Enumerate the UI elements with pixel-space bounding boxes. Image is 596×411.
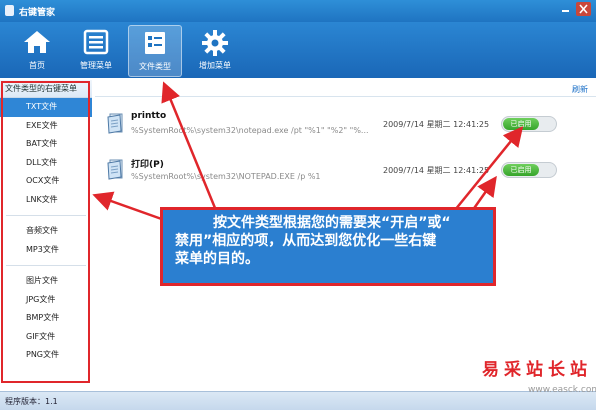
close-icon[interactable] [576, 2, 591, 16]
annotation-callout: 按文件类型根据您的需要来“开启”或“ 禁用”相应的项，从而达到您优化一些右键 菜… [160, 207, 496, 286]
list-item[interactable]: 打印(P) %SystemRoot%\system32\NOTEPAD.EXE … [95, 152, 596, 190]
title-bar: 右键管家 [0, 0, 596, 22]
content-divider [95, 96, 596, 97]
app-icon [5, 5, 14, 16]
toolbar-file-types-label: 文件类型 [139, 62, 171, 71]
toolbar-manage-menu-button[interactable]: 管理菜单 [70, 25, 122, 75]
window-title: 右键管家 [19, 8, 56, 18]
refresh-link[interactable]: 刷新 [572, 84, 588, 95]
callout-line: 按文件类型根据您的需要来“开启”或“ [213, 215, 451, 231]
watermark: 易采站长站 www.easck.com [480, 355, 596, 410]
notepad-icon [107, 112, 125, 134]
item-command: %SystemRoot%\system32\notepad.exe /pt "%… [131, 126, 369, 135]
watermark-url: www.easck.com [528, 385, 596, 395]
toolbar-manage-menu-label: 管理菜单 [80, 61, 112, 70]
watermark-text: 易采站长站 [482, 360, 592, 380]
toggle-status-label: 已启用 [503, 118, 539, 130]
file-types-icon [129, 26, 181, 58]
item-time: 2009/7/14 星期二 12:41:25 [383, 166, 490, 175]
notepad-icon [107, 158, 125, 180]
callout-line: 禁用”相应的项，从而达到您优化一些右键 [175, 233, 437, 249]
toggle-status-label: 已启用 [503, 164, 539, 176]
main-toolbar: 首页 管理菜单 文件类型 增加菜单 [0, 22, 596, 78]
home-icon [11, 25, 63, 57]
enable-toggle[interactable]: 已启用 [501, 162, 557, 178]
minimize-icon[interactable] [558, 2, 573, 16]
list-icon [70, 25, 122, 57]
toolbar-home-label: 首页 [29, 61, 45, 70]
gear-icon [189, 25, 241, 57]
toolbar-file-types-button[interactable]: 文件类型 [128, 25, 182, 77]
callout-line: 菜单的目的。 [175, 251, 259, 267]
item-name: printto [131, 111, 167, 121]
toolbar-add-menu-button[interactable]: 增加菜单 [189, 25, 241, 75]
toolbar-home-button[interactable]: 首页 [11, 25, 63, 75]
item-name: 打印(P) [131, 160, 164, 170]
item-time: 2009/7/14 星期二 12:41:25 [383, 120, 490, 129]
sidebar-highlight-frame [1, 81, 90, 383]
item-command: %SystemRoot%\system32\NOTEPAD.EXE /p %1 [131, 172, 321, 181]
window-controls [558, 2, 591, 16]
toolbar-add-menu-label: 增加菜单 [199, 61, 231, 70]
version-label: 程序版本：1.1 [5, 397, 58, 406]
list-item[interactable]: printto %SystemRoot%\system32\notepad.ex… [95, 106, 596, 144]
enable-toggle[interactable]: 已启用 [501, 116, 557, 132]
